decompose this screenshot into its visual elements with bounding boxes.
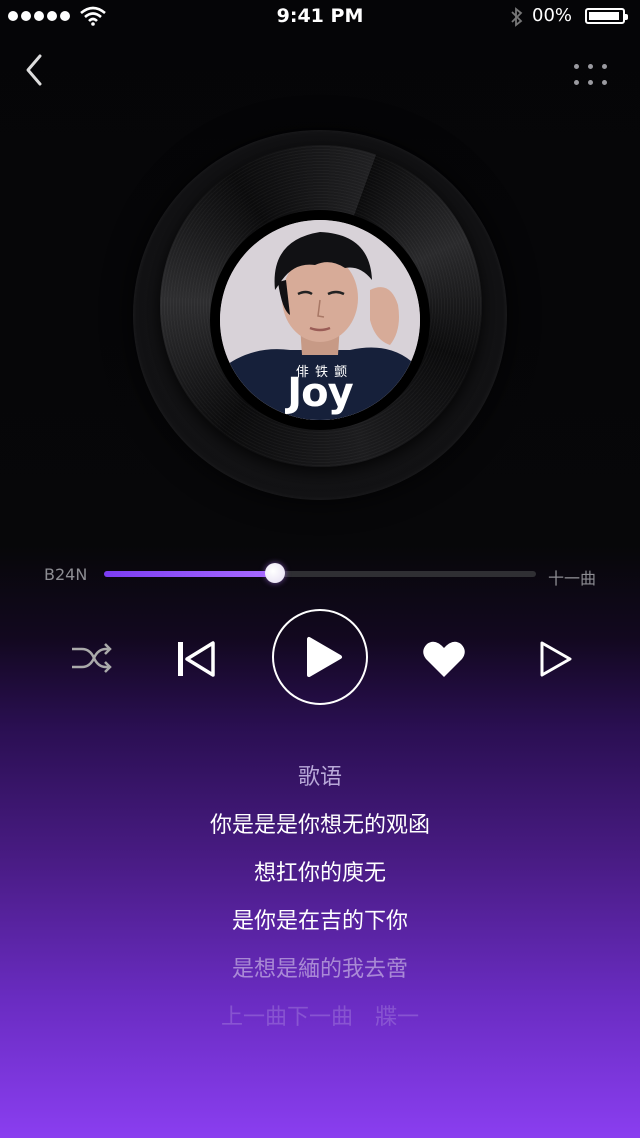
lyric-line: 你是是是你想无的观函 <box>209 813 430 838</box>
lyrics-title: 歌语 <box>297 765 342 790</box>
back-button[interactable] <box>18 50 54 90</box>
progress-knob[interactable] <box>264 563 285 583</box>
battery-percent: 00% <box>532 5 573 26</box>
lyrics-panel: 歌语 你是是是你想无的观函 想扛你的庾无 是你是在吉的下你 是想是緬的我去啻 上… <box>0 760 640 1048</box>
more-dots-icon[interactable] <box>568 58 612 92</box>
shuffle-icon[interactable] <box>70 639 112 677</box>
lyric-line: 想扛你的庾无 <box>253 861 386 886</box>
skip-previous-icon[interactable] <box>176 639 216 679</box>
play-button[interactable] <box>272 609 368 705</box>
album-cover: 俳 铁 颤 Joy <box>220 220 420 420</box>
play-icon <box>307 637 342 677</box>
lyric-line: 是你是在吉的下你 <box>231 909 408 934</box>
playback-controls <box>0 605 640 715</box>
playback-progress: B24N 十一曲 <box>0 555 640 595</box>
heart-icon[interactable] <box>422 639 466 679</box>
bluetooth-icon <box>511 7 523 27</box>
next-icon[interactable] <box>538 639 574 679</box>
elapsed-time: B24N <box>44 565 88 584</box>
album-title-text: Joy <box>287 370 353 416</box>
status-bar: 9:41 PM 00% <box>0 0 640 34</box>
progress-fill <box>104 571 275 577</box>
progress-track[interactable] <box>104 571 536 577</box>
lyric-line: 上一曲下一曲 牃一 <box>220 1005 419 1030</box>
battery-icon <box>585 8 628 24</box>
remaining-time: 十一曲 <box>548 569 597 588</box>
lyric-line: 是想是緬的我去啻 <box>231 957 408 982</box>
